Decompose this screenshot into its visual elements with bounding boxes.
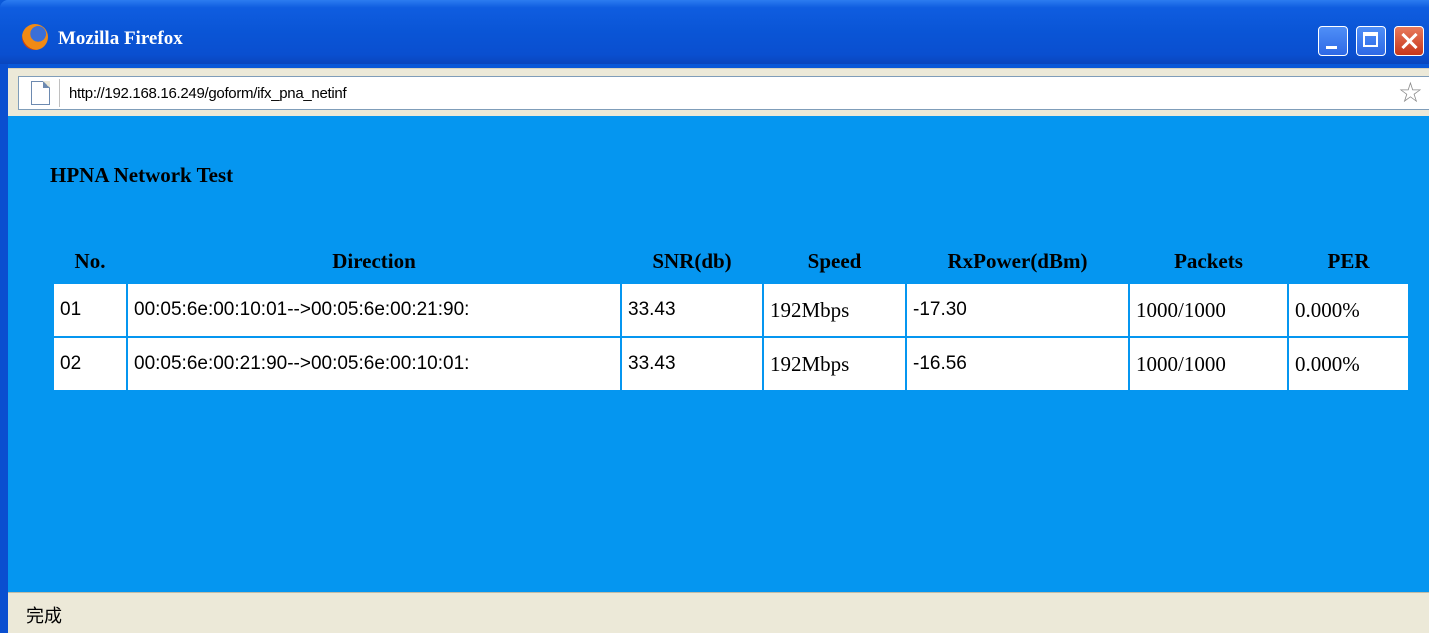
browser-window: Mozilla Firefox http://192.168.16.249/go… bbox=[0, 0, 1429, 633]
column-header: No. bbox=[74, 248, 106, 273]
window-title: Mozilla Firefox bbox=[58, 28, 183, 49]
title-bar[interactable]: Mozilla Firefox bbox=[0, 0, 1429, 64]
table-header-row: No. Direction SNR(db) Speed RxPower(dBm)… bbox=[53, 240, 1409, 283]
url-text[interactable]: http://192.168.16.249/goform/ifx_pna_net… bbox=[69, 85, 347, 102]
window-frame bbox=[0, 64, 8, 633]
url-field[interactable]: http://192.168.16.249/goform/ifx_pna_net… bbox=[18, 76, 1429, 110]
table-cell: -17.30 bbox=[905, 282, 1130, 338]
table-cell: 192Mbps bbox=[762, 282, 907, 338]
close-icon[interactable] bbox=[1394, 26, 1424, 56]
table-cell: 01 bbox=[52, 282, 128, 338]
page-icon bbox=[31, 81, 50, 105]
table-cell: 0.000% bbox=[1287, 336, 1410, 392]
table-cell: -16.56 bbox=[905, 336, 1130, 392]
page-content: HPNA Network Test No. Direction SNR(db) … bbox=[8, 116, 1429, 592]
column-header: PER bbox=[1327, 248, 1370, 273]
star-icon[interactable]: ☆ bbox=[1398, 79, 1423, 107]
table-cell: 1000/1000 bbox=[1128, 336, 1289, 392]
status-bar: 完成 bbox=[8, 592, 1429, 633]
table-row: 01 00:05:6e:00:10:01-->00:05:6e:00:21:90… bbox=[52, 282, 1410, 338]
status-text: 完成 bbox=[26, 606, 62, 627]
minimize-icon[interactable] bbox=[1318, 26, 1348, 56]
column-header: Direction bbox=[332, 248, 416, 273]
table-cell: 33.43 bbox=[620, 282, 764, 338]
page-title: HPNA Network Test bbox=[50, 163, 234, 187]
table-cell: 02 bbox=[52, 336, 128, 392]
address-bar: http://192.168.16.249/goform/ifx_pna_net… bbox=[8, 68, 1429, 116]
maximize-icon[interactable] bbox=[1356, 26, 1386, 56]
table-cell: 192Mbps bbox=[762, 336, 907, 392]
table-cell: 00:05:6e:00:21:90-->00:05:6e:00:10:01: bbox=[126, 336, 622, 392]
firefox-icon bbox=[22, 24, 48, 50]
column-header: RxPower(dBm) bbox=[947, 248, 1088, 273]
table-row: 02 00:05:6e:00:21:90-->00:05:6e:00:10:01… bbox=[52, 336, 1410, 392]
table-cell: 1000/1000 bbox=[1128, 282, 1289, 338]
table-cell: 33.43 bbox=[620, 336, 764, 392]
network-test-table: No. Direction SNR(db) Speed RxPower(dBm)… bbox=[52, 240, 1410, 392]
url-divider bbox=[59, 79, 60, 107]
column-header: SNR(db) bbox=[652, 248, 732, 273]
table-cell: 0.000% bbox=[1287, 282, 1410, 338]
column-header: Packets bbox=[1174, 248, 1243, 273]
table-cell: 00:05:6e:00:10:01-->00:05:6e:00:21:90: bbox=[126, 282, 622, 338]
column-header: Speed bbox=[807, 248, 862, 273]
